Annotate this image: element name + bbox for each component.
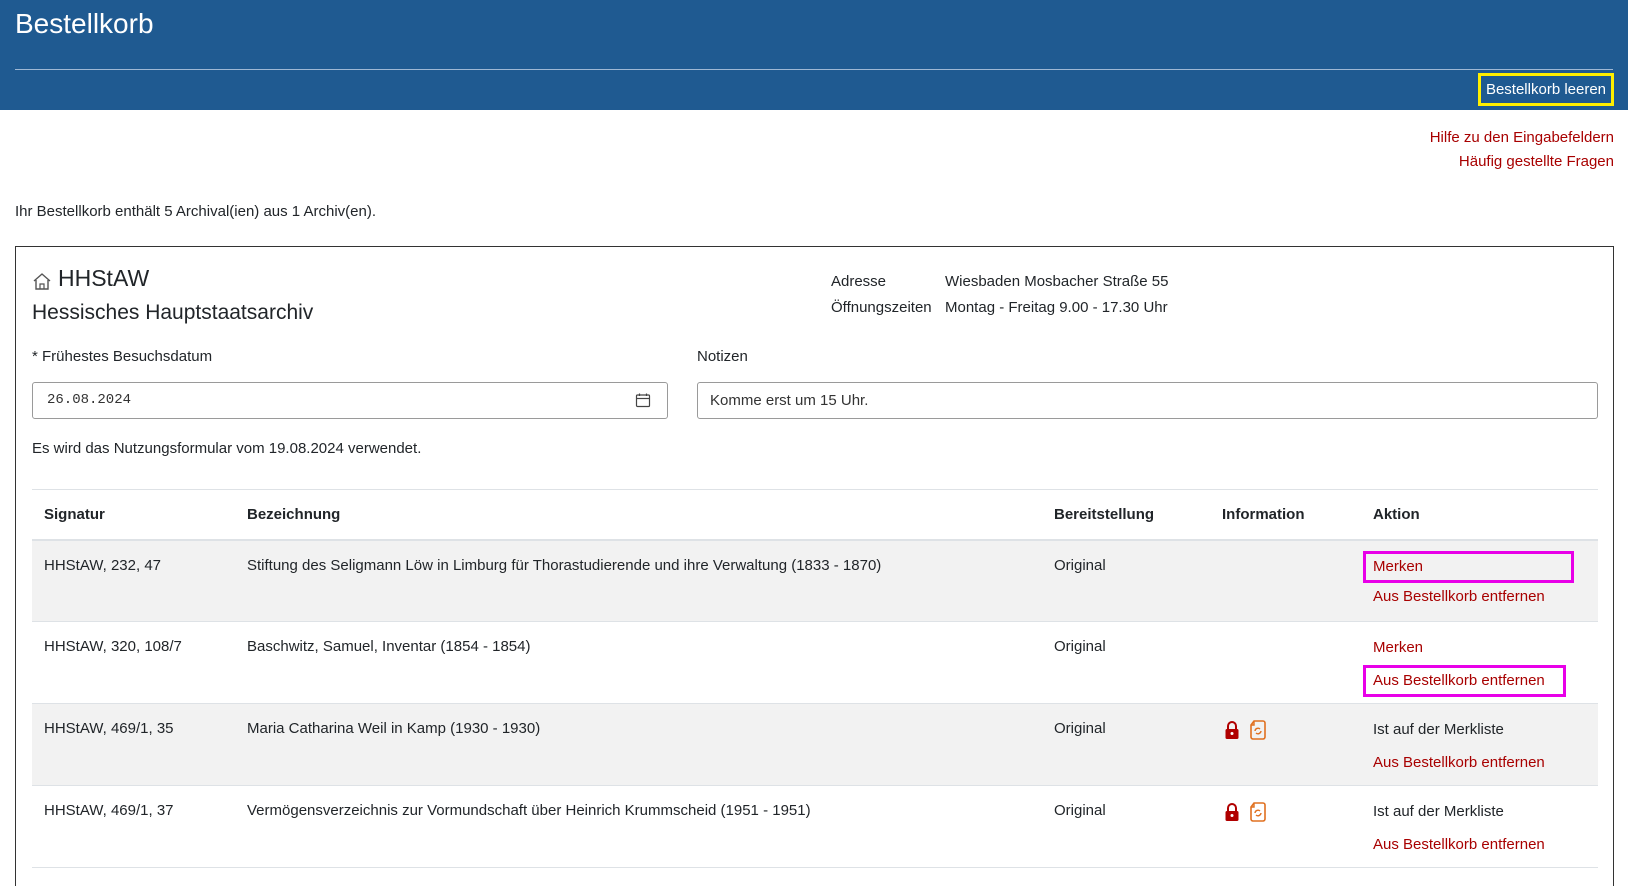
table-header-row: Signatur Bezeichnung Bereitstellung Info… [32,489,1598,541]
lock-icon[interactable] [1222,801,1242,823]
cell-bezeichnung: Vermögensverzeichnis zur Vormundschaft ü… [235,785,1042,868]
remove-from-basket-link[interactable]: Aus Bestellkorb entfernen [1373,835,1586,855]
cell-signatur: HHStAW, 469/1, 35 [32,703,235,786]
cell-information [1210,785,1361,868]
header-bereitstellung[interactable]: Bereitstellung [1042,489,1210,541]
cell-bereitstellung: Original [1042,539,1210,622]
archive-code: HHStAW [32,265,313,292]
archive-name: Hessisches Hauptstaatsarchiv [32,301,314,324]
cell-bezeichnung: Stiftung des Seligmann Löw in Limburg fü… [235,539,1042,622]
cell-information [1210,621,1361,704]
table-row: HHStAW, 469/1, 37 Vermögensverzeichnis z… [32,785,1598,868]
info-icons [1222,801,1349,823]
notes-label: Notizen [697,348,748,365]
cell-information [1210,703,1361,786]
header-bezeichnung[interactable]: Bezeichnung [235,489,1042,541]
document-info-icon[interactable] [1248,801,1268,823]
cell-bezeichnung: Baschwitz, Samuel, Inventar (1854 - 1854… [235,621,1042,704]
cell-signatur: HHStAW, 469/1, 37 [32,785,235,868]
cell-bereitstellung: Original [1042,785,1210,868]
header-information: Information [1210,489,1361,541]
cell-signatur: HHStAW, 232, 47 [32,539,235,622]
archive-code-text: HHStAW [58,265,150,291]
header-divider [15,69,1613,70]
table-row: HHStAW, 469/1, 35 Maria Catharina Weil i… [32,703,1598,786]
table-row: HHStAW, 232, 47 Stiftung des Seligmann L… [32,539,1598,622]
address-row: Adresse Wiesbaden Mosbacher Straße 55 [831,269,1168,295]
usage-form-note: Es wird das Nutzungsformular vom 19.08.2… [32,440,422,457]
cell-aktion: Ist auf der Merkliste Aus Bestellkorb en… [1361,785,1598,868]
remove-from-basket-link[interactable]: Aus Bestellkorb entfernen [1373,753,1586,773]
remove-from-basket-link[interactable]: Aus Bestellkorb entfernen [1373,671,1545,691]
archive-panel: HHStAW Hessisches Hauptstaatsarchiv Adre… [15,246,1614,886]
cell-signatur: HHStAW, 320, 108/7 [32,621,235,704]
highlight-box: Merken [1363,550,1574,583]
cell-aktion: Merken Aus Bestellkorb entfernen [1361,539,1598,622]
cell-bereitstellung: Original [1042,621,1210,704]
cell-bereitstellung: Original [1042,703,1210,786]
cell-bezeichnung: Maria Catharina Weil in Kamp (1930 - 193… [235,703,1042,786]
visit-date-label: * Frühestes Besuchsdatum [32,348,213,365]
page-header: Bestellkorb Bestellkorb leeren [0,0,1628,110]
document-info-icon[interactable] [1248,719,1268,741]
table-row: HHStAW, 320, 108/7 Baschwitz, Samuel, In… [32,621,1598,704]
hours-value: Montag - Freitag 9.00 - 17.30 Uhr [945,299,1168,316]
remove-from-basket-link[interactable]: Aus Bestellkorb entfernen [1373,587,1586,607]
cell-information [1210,539,1361,622]
faq-link[interactable]: Häufig gestellte Fragen [1430,150,1614,174]
highlight-box: Aus Bestellkorb entfernen [1363,665,1566,697]
info-icons [1222,719,1349,741]
bookmark-link[interactable]: Merken [1373,557,1423,577]
archive-heading: HHStAW Hessisches Hauptstaatsarchiv [32,265,313,325]
on-watchlist-label: Ist auf der Merkliste [1373,803,1504,820]
page-title: Bestellkorb [15,8,154,39]
order-table: Signatur Bezeichnung Bereitstellung Info… [32,489,1598,868]
calendar-icon[interactable] [635,392,651,408]
bookmark-link[interactable]: Merken [1373,638,1586,658]
on-watchlist-label: Ist auf der Merkliste [1373,721,1504,738]
clear-basket-button[interactable]: Bestellkorb leeren [1478,73,1614,106]
house-icon [33,272,51,290]
hours-row: Öffnungszeiten Montag - Freitag 9.00 - 1… [831,295,1168,321]
cell-aktion: Ist auf der Merkliste Aus Bestellkorb en… [1361,703,1598,786]
header-aktion: Aktion [1361,489,1598,541]
address-label: Adresse [831,273,887,290]
hours-label: Öffnungszeiten [831,299,932,316]
address-value: Wiesbaden Mosbacher Straße 55 [945,273,1169,290]
help-links: Hilfe zu den Eingabefeldern Häufig geste… [1430,126,1614,174]
archive-address: Adresse Wiesbaden Mosbacher Straße 55 Öf… [831,269,1168,321]
notes-input[interactable] [697,382,1598,419]
visit-date-value: 26.08.2024 [47,392,132,408]
header-signatur[interactable]: Signatur [32,489,235,541]
visit-date-input[interactable]: 26.08.2024 [32,382,668,419]
input-help-link[interactable]: Hilfe zu den Eingabefeldern [1430,126,1614,150]
lock-icon[interactable] [1222,719,1242,741]
cell-aktion: Merken Aus Bestellkorb entfernen [1361,621,1598,704]
basket-summary: Ihr Bestellkorb enthält 5 Archival(ien) … [15,203,377,220]
